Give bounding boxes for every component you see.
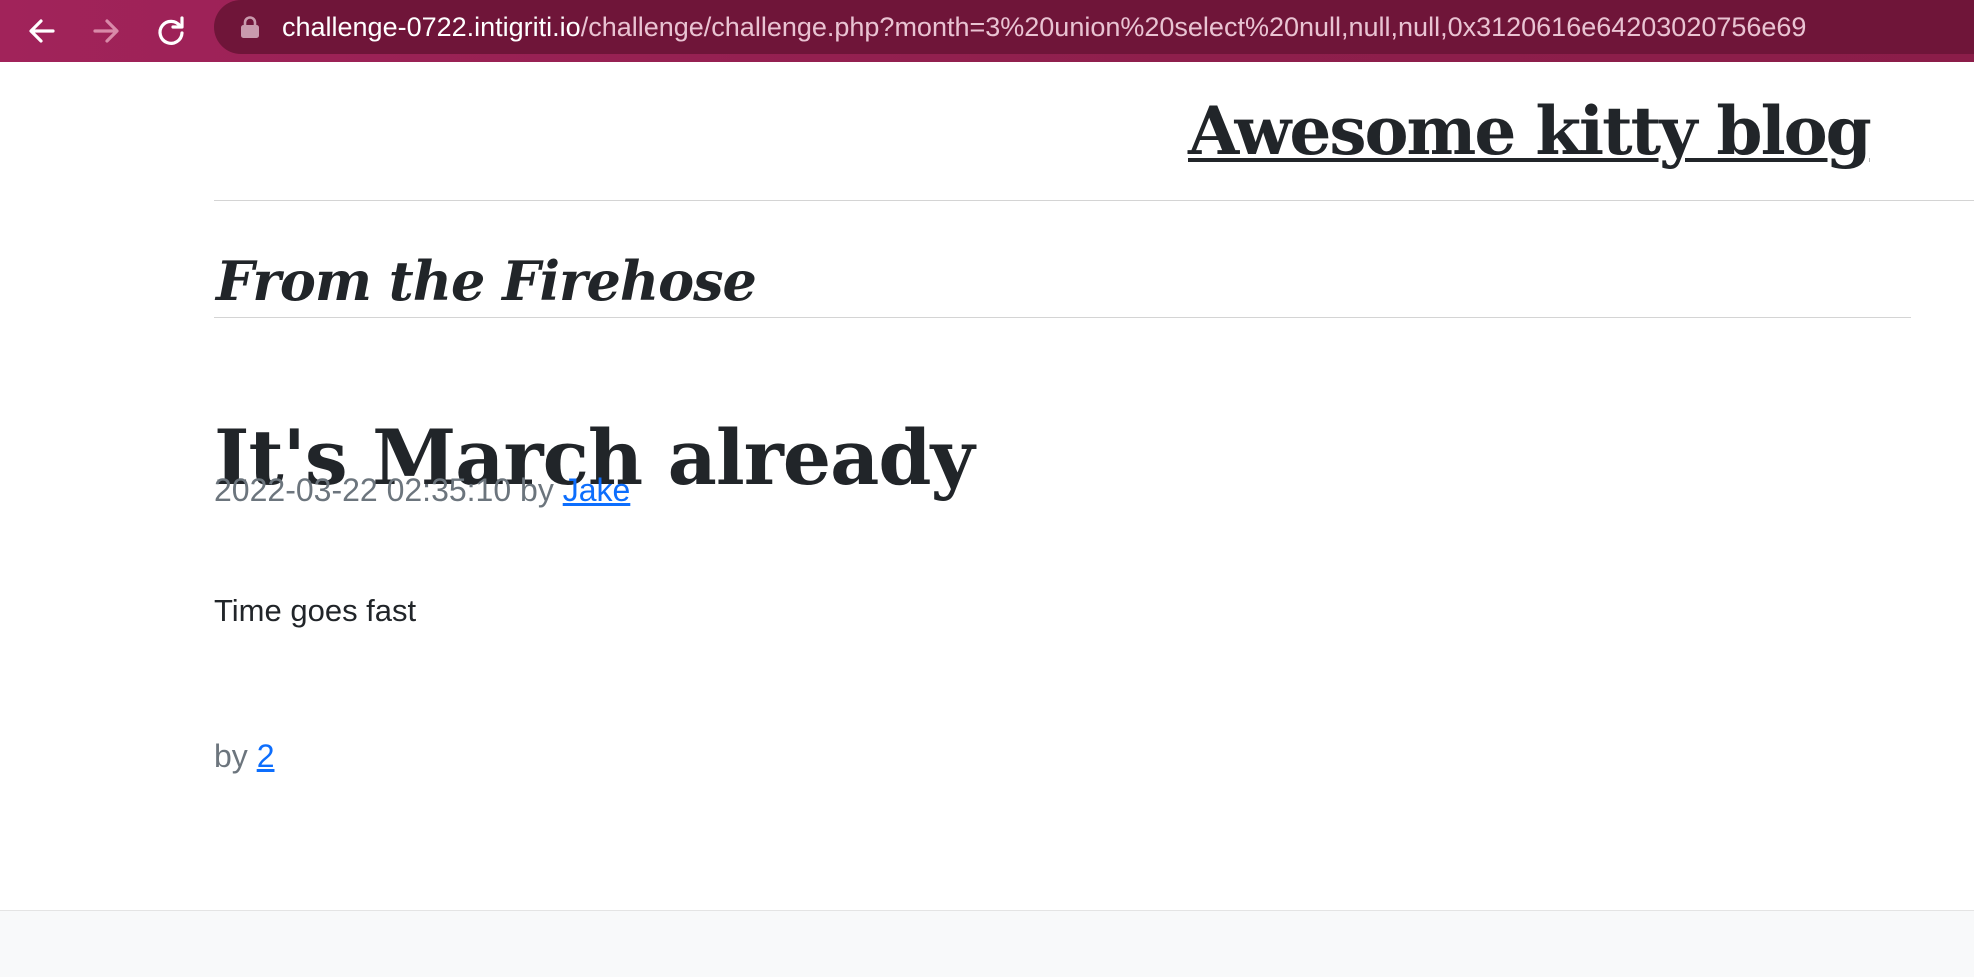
post-by-label: by [520, 472, 554, 508]
url-text[interactable]: challenge-0722.intigriti.io/challenge/ch… [282, 13, 1806, 41]
browser-toolbar: challenge-0722.intigriti.io/challenge/ch… [0, 0, 1974, 62]
post-author-link[interactable]: Jake [563, 472, 631, 508]
post-author-link-second[interactable]: 2 [257, 738, 275, 774]
reload-icon [158, 16, 184, 45]
post-date: 2022-03-22 02:35:10 [214, 472, 512, 508]
header-divider [214, 200, 1974, 201]
lock-icon [241, 16, 259, 38]
url-host: challenge-0722.intigriti.io [282, 12, 581, 42]
url-path: /challenge/challenge.php?month=3%20union… [580, 12, 1807, 42]
section-heading: From the Firehose [216, 248, 757, 313]
forward-button[interactable] [81, 6, 131, 56]
post-body: Time goes fast [214, 593, 417, 628]
arrow-left-icon [29, 19, 55, 43]
post-meta: 2022-03-22 02:35:10 by Jake [214, 472, 630, 509]
arrow-right-icon [93, 19, 119, 43]
page-content: Awesome kitty blog From the Firehose It'… [0, 62, 1974, 910]
page-footer [0, 910, 1974, 977]
post-meta-second: by 2 [214, 738, 274, 775]
post-by-label-second: by [214, 738, 248, 774]
blog-title-link[interactable]: Awesome kitty blog [1188, 92, 1872, 170]
section-divider [214, 317, 1911, 318]
reload-button[interactable] [146, 6, 196, 56]
address-bar[interactable]: challenge-0722.intigriti.io/challenge/ch… [214, 0, 1974, 54]
back-button[interactable] [17, 6, 67, 56]
